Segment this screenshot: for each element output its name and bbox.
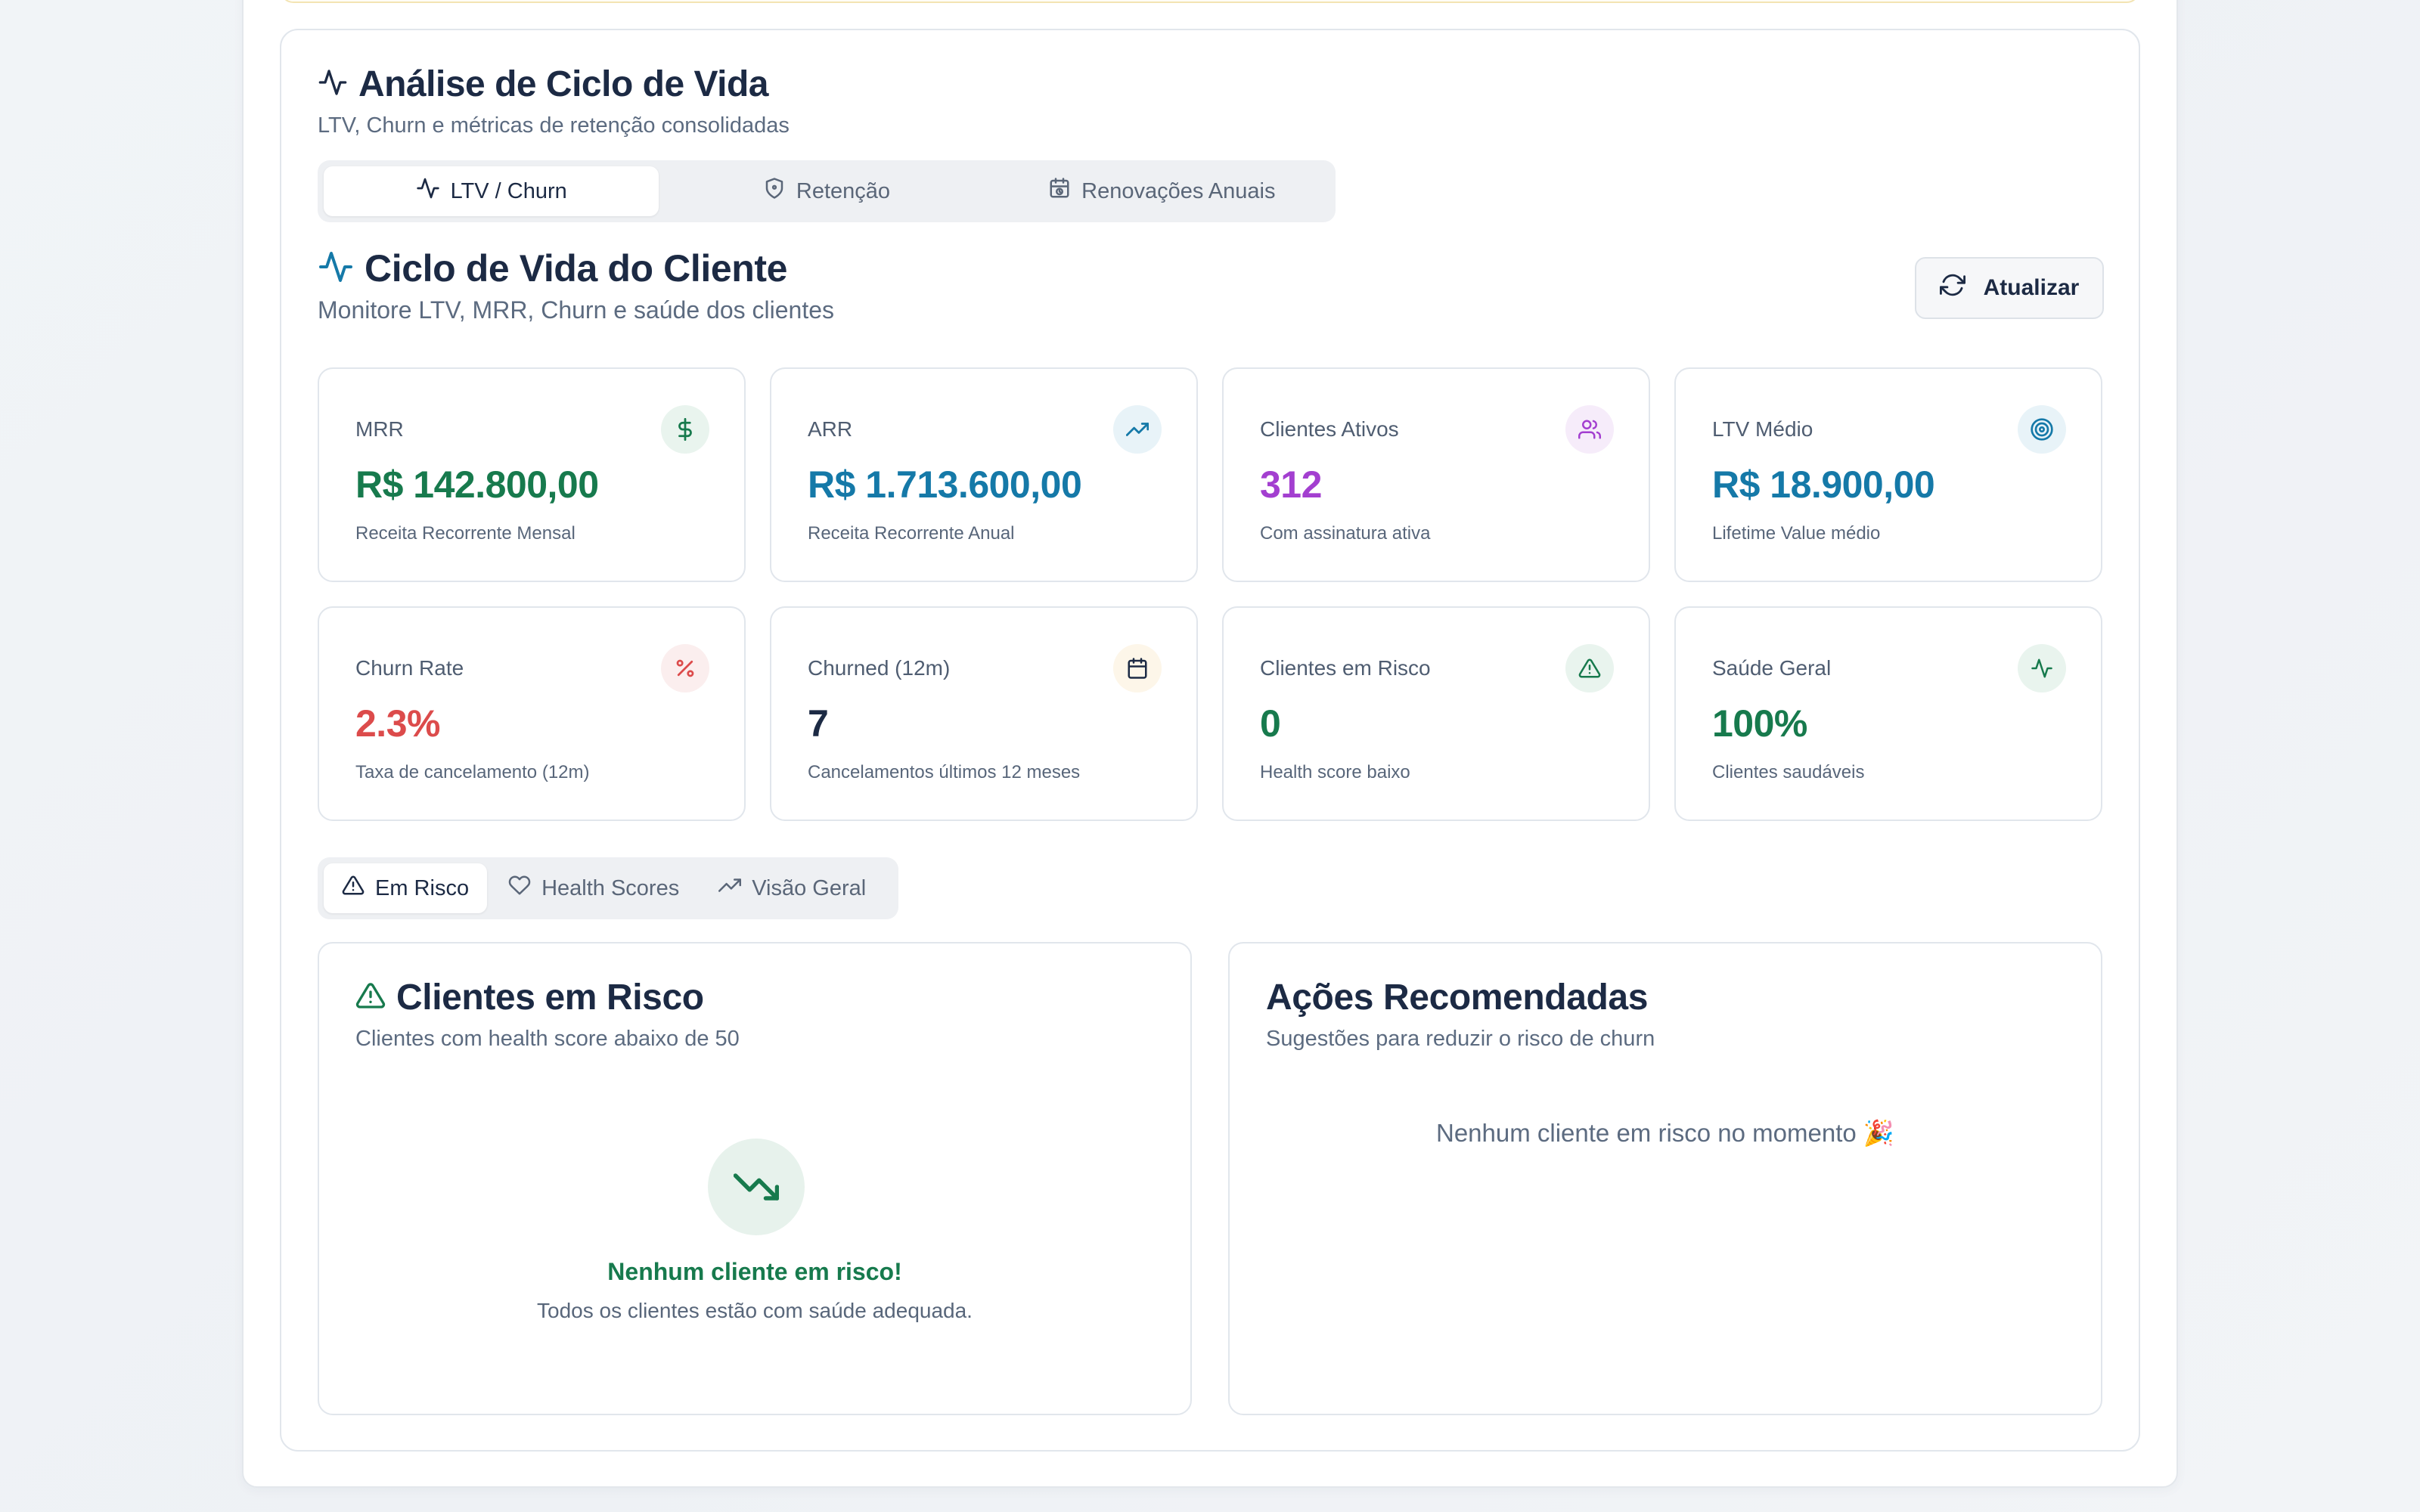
kpi-desc: Health score baixo bbox=[1260, 762, 1410, 782]
tab-label: Em Risco bbox=[375, 875, 470, 900]
kpi-label: Clientes em Risco bbox=[1260, 656, 1431, 680]
kpi-value: R$ 18.900,00 bbox=[1712, 463, 1935, 506]
empty-state-title: Nenhum cliente em risco! bbox=[607, 1258, 902, 1285]
section-title-row: Ciclo de Vida do Cliente bbox=[318, 246, 787, 290]
main-tabs: LTV / Churn Retenção Renovações Anuais bbox=[318, 160, 1336, 222]
panel-title-row: Ações Recomendadas bbox=[1266, 977, 1648, 1018]
tab-label: Health Scores bbox=[541, 875, 680, 900]
kpi-value: 312 bbox=[1260, 463, 1322, 506]
kpi-label: Clientes Ativos bbox=[1260, 417, 1399, 441]
notice-banner bbox=[280, 0, 2140, 3]
kpi-clientes-ativos: Clientes Ativos 312 Com assinatura ativa bbox=[1222, 367, 1650, 582]
shield-icon bbox=[763, 177, 786, 206]
kpi-label: Saúde Geral bbox=[1712, 656, 1832, 680]
kpi-arr: ARR R$ 1.713.600,00 Receita Recorrente A… bbox=[770, 367, 1198, 582]
kpi-label: MRR bbox=[355, 417, 404, 441]
kpi-desc: Clientes saudáveis bbox=[1712, 762, 1865, 782]
kpi-value: 100% bbox=[1712, 702, 1807, 745]
tab-health-scores[interactable]: Health Scores bbox=[490, 863, 697, 913]
page-title: Análise de Ciclo de Vida bbox=[358, 64, 768, 104]
kpi-label: Churn Rate bbox=[355, 656, 464, 680]
trending-up-icon bbox=[1113, 405, 1162, 454]
kpi-value: R$ 1.713.600,00 bbox=[808, 463, 1082, 506]
kpi-label: ARR bbox=[808, 417, 853, 441]
kpi-desc: Taxa de cancelamento (12m) bbox=[355, 762, 590, 782]
tab-visao-geral[interactable]: Visão Geral bbox=[700, 863, 884, 913]
section-title: Ciclo de Vida do Cliente bbox=[365, 247, 788, 290]
activity-icon bbox=[318, 249, 354, 289]
kpi-desc: Receita Recorrente Anual bbox=[808, 523, 1015, 544]
kpi-saude-geral: Saúde Geral 100% Clientes saudáveis bbox=[1674, 606, 2102, 821]
alert-triangle-icon bbox=[342, 874, 365, 903]
kpi-value: 7 bbox=[808, 702, 829, 745]
trending-down-icon bbox=[708, 1139, 805, 1235]
tab-label: Visão Geral bbox=[752, 875, 867, 900]
sub-tabs: Em Risco Health Scores Visão Geral bbox=[318, 857, 898, 919]
tab-ltv-churn[interactable]: LTV / Churn bbox=[324, 166, 659, 216]
users-icon bbox=[1565, 405, 1614, 454]
calendar-icon bbox=[1113, 644, 1162, 692]
kpi-mrr: MRR R$ 142.800,00 Receita Recorrente Men… bbox=[318, 367, 746, 582]
refresh-icon bbox=[1939, 272, 1965, 304]
panel-title: Clientes em Risco bbox=[396, 978, 704, 1018]
heart-icon bbox=[508, 874, 531, 903]
tab-retencao[interactable]: Retenção bbox=[659, 166, 994, 216]
alert-triangle-icon bbox=[1565, 644, 1614, 692]
trending-up-icon bbox=[718, 874, 742, 903]
page-subtitle: LTV, Churn e métricas de retenção consol… bbox=[318, 113, 790, 138]
kpi-label: LTV Médio bbox=[1712, 417, 1813, 441]
kpi-desc: Cancelamentos últimos 12 meses bbox=[808, 762, 1081, 782]
empty-state-desc: Todos os clientes estão com saúde adequa… bbox=[537, 1299, 973, 1322]
refresh-label: Atualizar bbox=[1983, 275, 2080, 300]
kpi-ltv-medio: LTV Médio R$ 18.900,00 Lifetime Value mé… bbox=[1674, 367, 2102, 582]
panel-title: Ações Recomendadas bbox=[1266, 978, 1649, 1018]
kpi-desc: Lifetime Value médio bbox=[1712, 523, 1881, 544]
kpi-value: 0 bbox=[1260, 702, 1281, 745]
tab-label: Retenção bbox=[796, 178, 891, 203]
kpi-churn-rate: Churn Rate 2.3% Taxa de cancelamento (12… bbox=[318, 606, 746, 821]
kpi-churned: Churned (12m) 7 Cancelamentos últimos 12… bbox=[770, 606, 1198, 821]
activity-icon bbox=[318, 67, 348, 101]
recommended-actions-panel: Ações Recomendadas Sugestões para reduzi… bbox=[1228, 942, 2102, 1415]
kpi-value: 2.3% bbox=[355, 702, 440, 745]
activity-icon bbox=[2018, 644, 2066, 692]
activity-icon bbox=[416, 176, 440, 206]
kpi-value: R$ 142.800,00 bbox=[355, 463, 599, 506]
empty-state-message: Nenhum cliente em risco no momento 🎉 bbox=[1435, 1119, 1894, 1147]
panel-subtitle: Clientes com health score abaixo de 50 bbox=[355, 1027, 740, 1051]
tab-label: Renovações Anuais bbox=[1081, 178, 1276, 203]
percent-icon bbox=[661, 644, 709, 692]
calendar-clock-icon bbox=[1048, 177, 1071, 206]
lifecycle-card: Análise de Ciclo de Vida LTV, Churn e mé… bbox=[280, 29, 2140, 1452]
tab-label: LTV / Churn bbox=[450, 178, 567, 203]
tab-em-risco[interactable]: Em Risco bbox=[324, 863, 488, 913]
target-icon bbox=[2018, 405, 2066, 454]
kpi-label: Churned (12m) bbox=[808, 656, 951, 680]
kpi-clientes-em-risco: Clientes em Risco 0 Health score baixo bbox=[1222, 606, 1650, 821]
kpi-desc: Receita Recorrente Mensal bbox=[355, 523, 576, 544]
panel-title-row: Clientes em Risco bbox=[355, 977, 704, 1018]
tab-renovacoes-anuais[interactable]: Renovações Anuais bbox=[994, 166, 1329, 216]
dollar-icon bbox=[661, 405, 709, 454]
section-subtitle: Monitore LTV, MRR, Churn e saúde dos cli… bbox=[318, 296, 834, 324]
panel-subtitle: Sugestões para reduzir o risco de churn bbox=[1266, 1027, 1655, 1051]
alert-triangle-icon bbox=[355, 981, 386, 1015]
page-title-row: Análise de Ciclo de Vida bbox=[318, 64, 768, 105]
refresh-button[interactable]: Atualizar bbox=[1915, 257, 2104, 319]
at-risk-panel: Clientes em Risco Clientes com health sc… bbox=[318, 942, 1192, 1415]
kpi-desc: Com assinatura ativa bbox=[1260, 523, 1431, 544]
